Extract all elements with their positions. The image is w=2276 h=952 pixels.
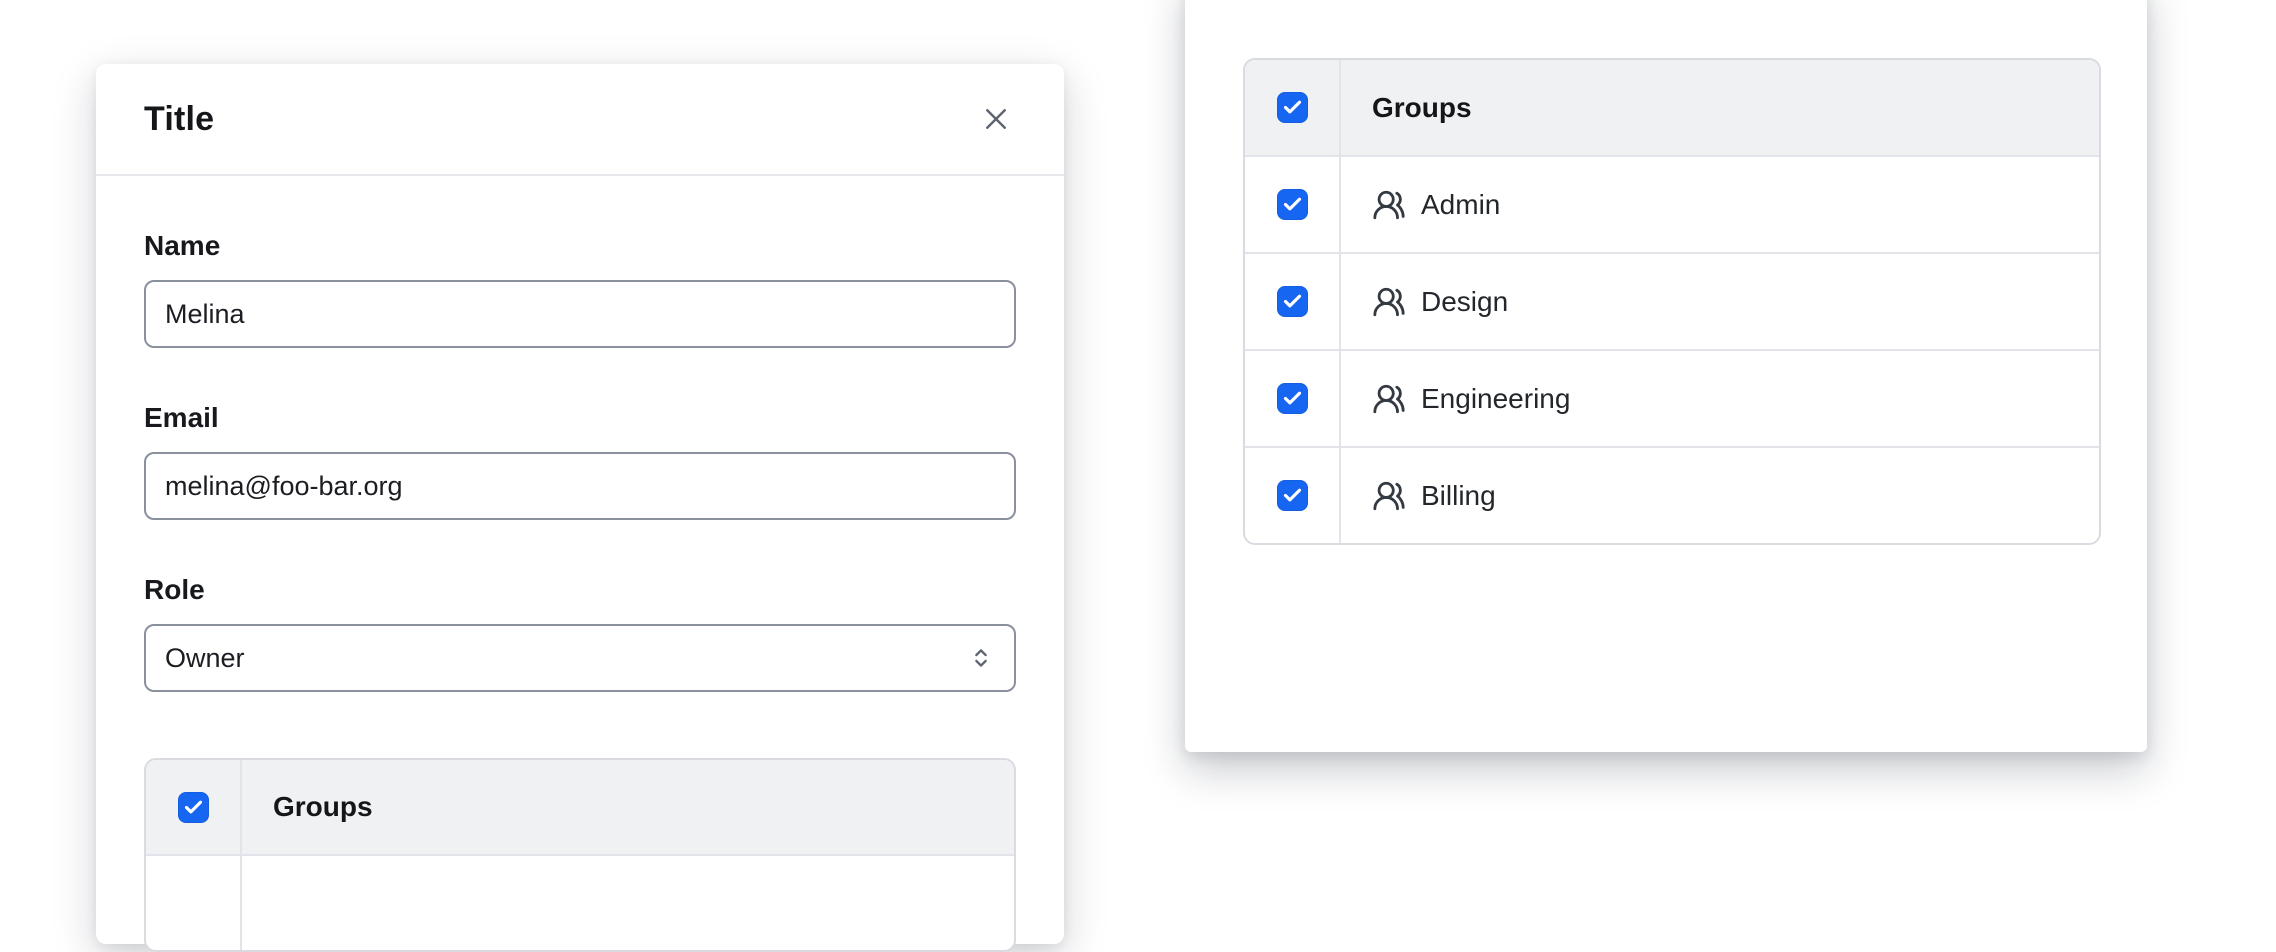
table-row-billing: Billing [1245,446,2099,543]
table-row-engineering: Engineering [1245,349,2099,446]
select-all-checkbox[interactable] [178,792,209,823]
groups-table: Groups Admin [1243,58,2101,545]
table-row-design: Design [1245,252,2099,349]
name-input[interactable] [144,280,1016,348]
check-icon [1282,97,1303,118]
groups-panel: Groups Admin [1185,0,2147,752]
group-row-label: Engineering [1421,383,1570,415]
row-checkbox[interactable] [1277,286,1308,317]
table-row-admin: Admin [1245,155,2099,252]
groups-header-label: Groups [1341,60,2099,155]
header-checkbox-cell [1245,60,1341,155]
close-button[interactable] [976,99,1016,139]
groups-header-label: Groups [242,760,1014,854]
select-all-checkbox[interactable] [1277,92,1308,123]
email-label: Email [144,402,1016,434]
row-checkbox[interactable] [1277,189,1308,220]
role-label: Role [144,574,1016,606]
name-label: Name [144,230,1016,262]
check-icon [1282,291,1303,312]
check-icon [183,797,204,818]
users-icon [1372,479,1406,513]
modal-body: Name Email Role Owner Groups [96,230,1064,952]
group-row-label: Admin [1421,189,1500,221]
role-select[interactable]: Owner [144,624,1016,692]
modal-title: Title [144,100,214,139]
groups-table: Groups [144,758,1016,952]
x-icon [981,104,1011,134]
table-row [146,854,1014,950]
check-icon [1282,194,1303,215]
row-checkbox[interactable] [1277,480,1308,511]
header-checkbox-cell [146,760,242,854]
chevron-up-down-icon [967,644,995,672]
users-icon [1372,285,1406,319]
role-select-value: Owner [165,643,245,674]
groups-table-header-row: Groups [1245,60,2099,155]
row-checkbox[interactable] [1277,383,1308,414]
group-row-label: Billing [1421,480,1496,512]
check-icon [1282,388,1303,409]
group-row-label: Design [1421,286,1508,318]
email-input[interactable] [144,452,1016,520]
users-icon [1372,382,1406,416]
users-icon [1372,188,1406,222]
groups-table-header-row: Groups [146,760,1014,854]
modal-header: Title [96,64,1064,176]
edit-user-modal: Title Name Email Role Owner [96,64,1064,944]
check-icon [1282,485,1303,506]
